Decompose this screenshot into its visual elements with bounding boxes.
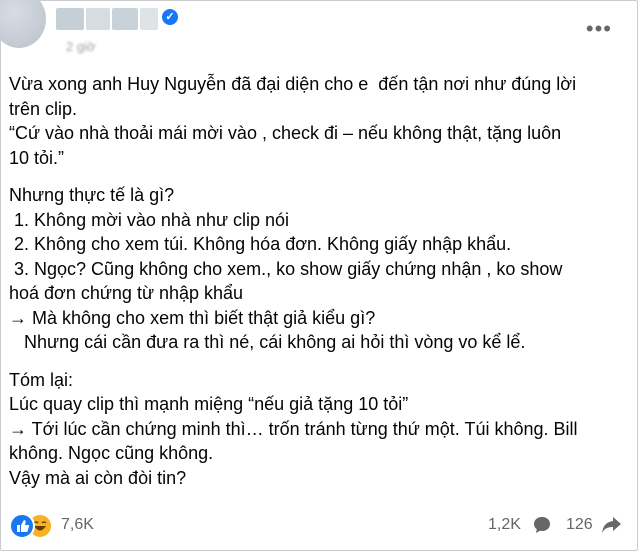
more-options-icon[interactable]: ••• — [586, 18, 612, 40]
post-line: trên clip. — [9, 98, 78, 119]
post-line: 3. Ngọc? Cũng không cho xem., ko show gi… — [9, 258, 563, 279]
avatar[interactable] — [0, 0, 46, 48]
post-line: Nhưng cái cần đưa ra thì né, cái không a… — [9, 332, 526, 352]
author-name-blurred[interactable] — [86, 8, 110, 30]
comment-icon[interactable] — [532, 515, 552, 535]
post-line: 1. Không mời vào nhà như clip nói — [9, 209, 290, 230]
post-text: Vừa xong anh Huy Nguyễn đã đại diện cho … — [9, 72, 629, 490]
post-line: Vậy mà ai còn đòi tin? — [9, 467, 187, 488]
post-line: → Mà không cho xem thì biết thật giả kiể… — [9, 307, 376, 328]
share-icon[interactable] — [600, 514, 622, 536]
post-line: Tóm lại: — [9, 369, 74, 390]
share-count[interactable]: 126 — [566, 516, 593, 534]
post-line: Vừa xong anh Huy Nguyễn đã đại diện cho … — [9, 74, 577, 94]
post-line: Lúc quay clip thì mạnh miệng “nếu giả tặ… — [9, 394, 409, 414]
author-name-blurred[interactable] — [140, 8, 158, 30]
post-line: 2. Không cho xem túi. Không hóa đơn. Khô… — [9, 234, 512, 254]
post-timestamp[interactable]: 2 giờ — [66, 39, 126, 55]
post-line: không. Ngọc cũng không. — [9, 443, 214, 463]
post-line: Nhưng thực tế là gì? — [9, 185, 175, 205]
post-line: 10 tỏi.” — [9, 147, 65, 168]
verified-badge-icon: ✓ — [162, 9, 178, 25]
comment-count[interactable]: 1,2K — [488, 516, 521, 534]
author-name-blurred[interactable] — [112, 8, 138, 30]
post-line: → Tới lúc cần chứng minh thì… trốn tránh… — [9, 418, 578, 439]
post-header: ✓ 2 giờ ••• — [0, 0, 640, 62]
author-name-blurred[interactable] — [56, 8, 84, 30]
like-icon — [9, 513, 35, 539]
reaction-count[interactable]: 7,6K — [61, 516, 94, 534]
post-footer: 7,6K 1,2K 126 — [0, 506, 640, 546]
post-line: “Cứ vào nhà thoải mái mời vào , check đi… — [9, 123, 562, 143]
post-line: hoá đơn chứng từ nhập khẩu — [9, 283, 244, 303]
